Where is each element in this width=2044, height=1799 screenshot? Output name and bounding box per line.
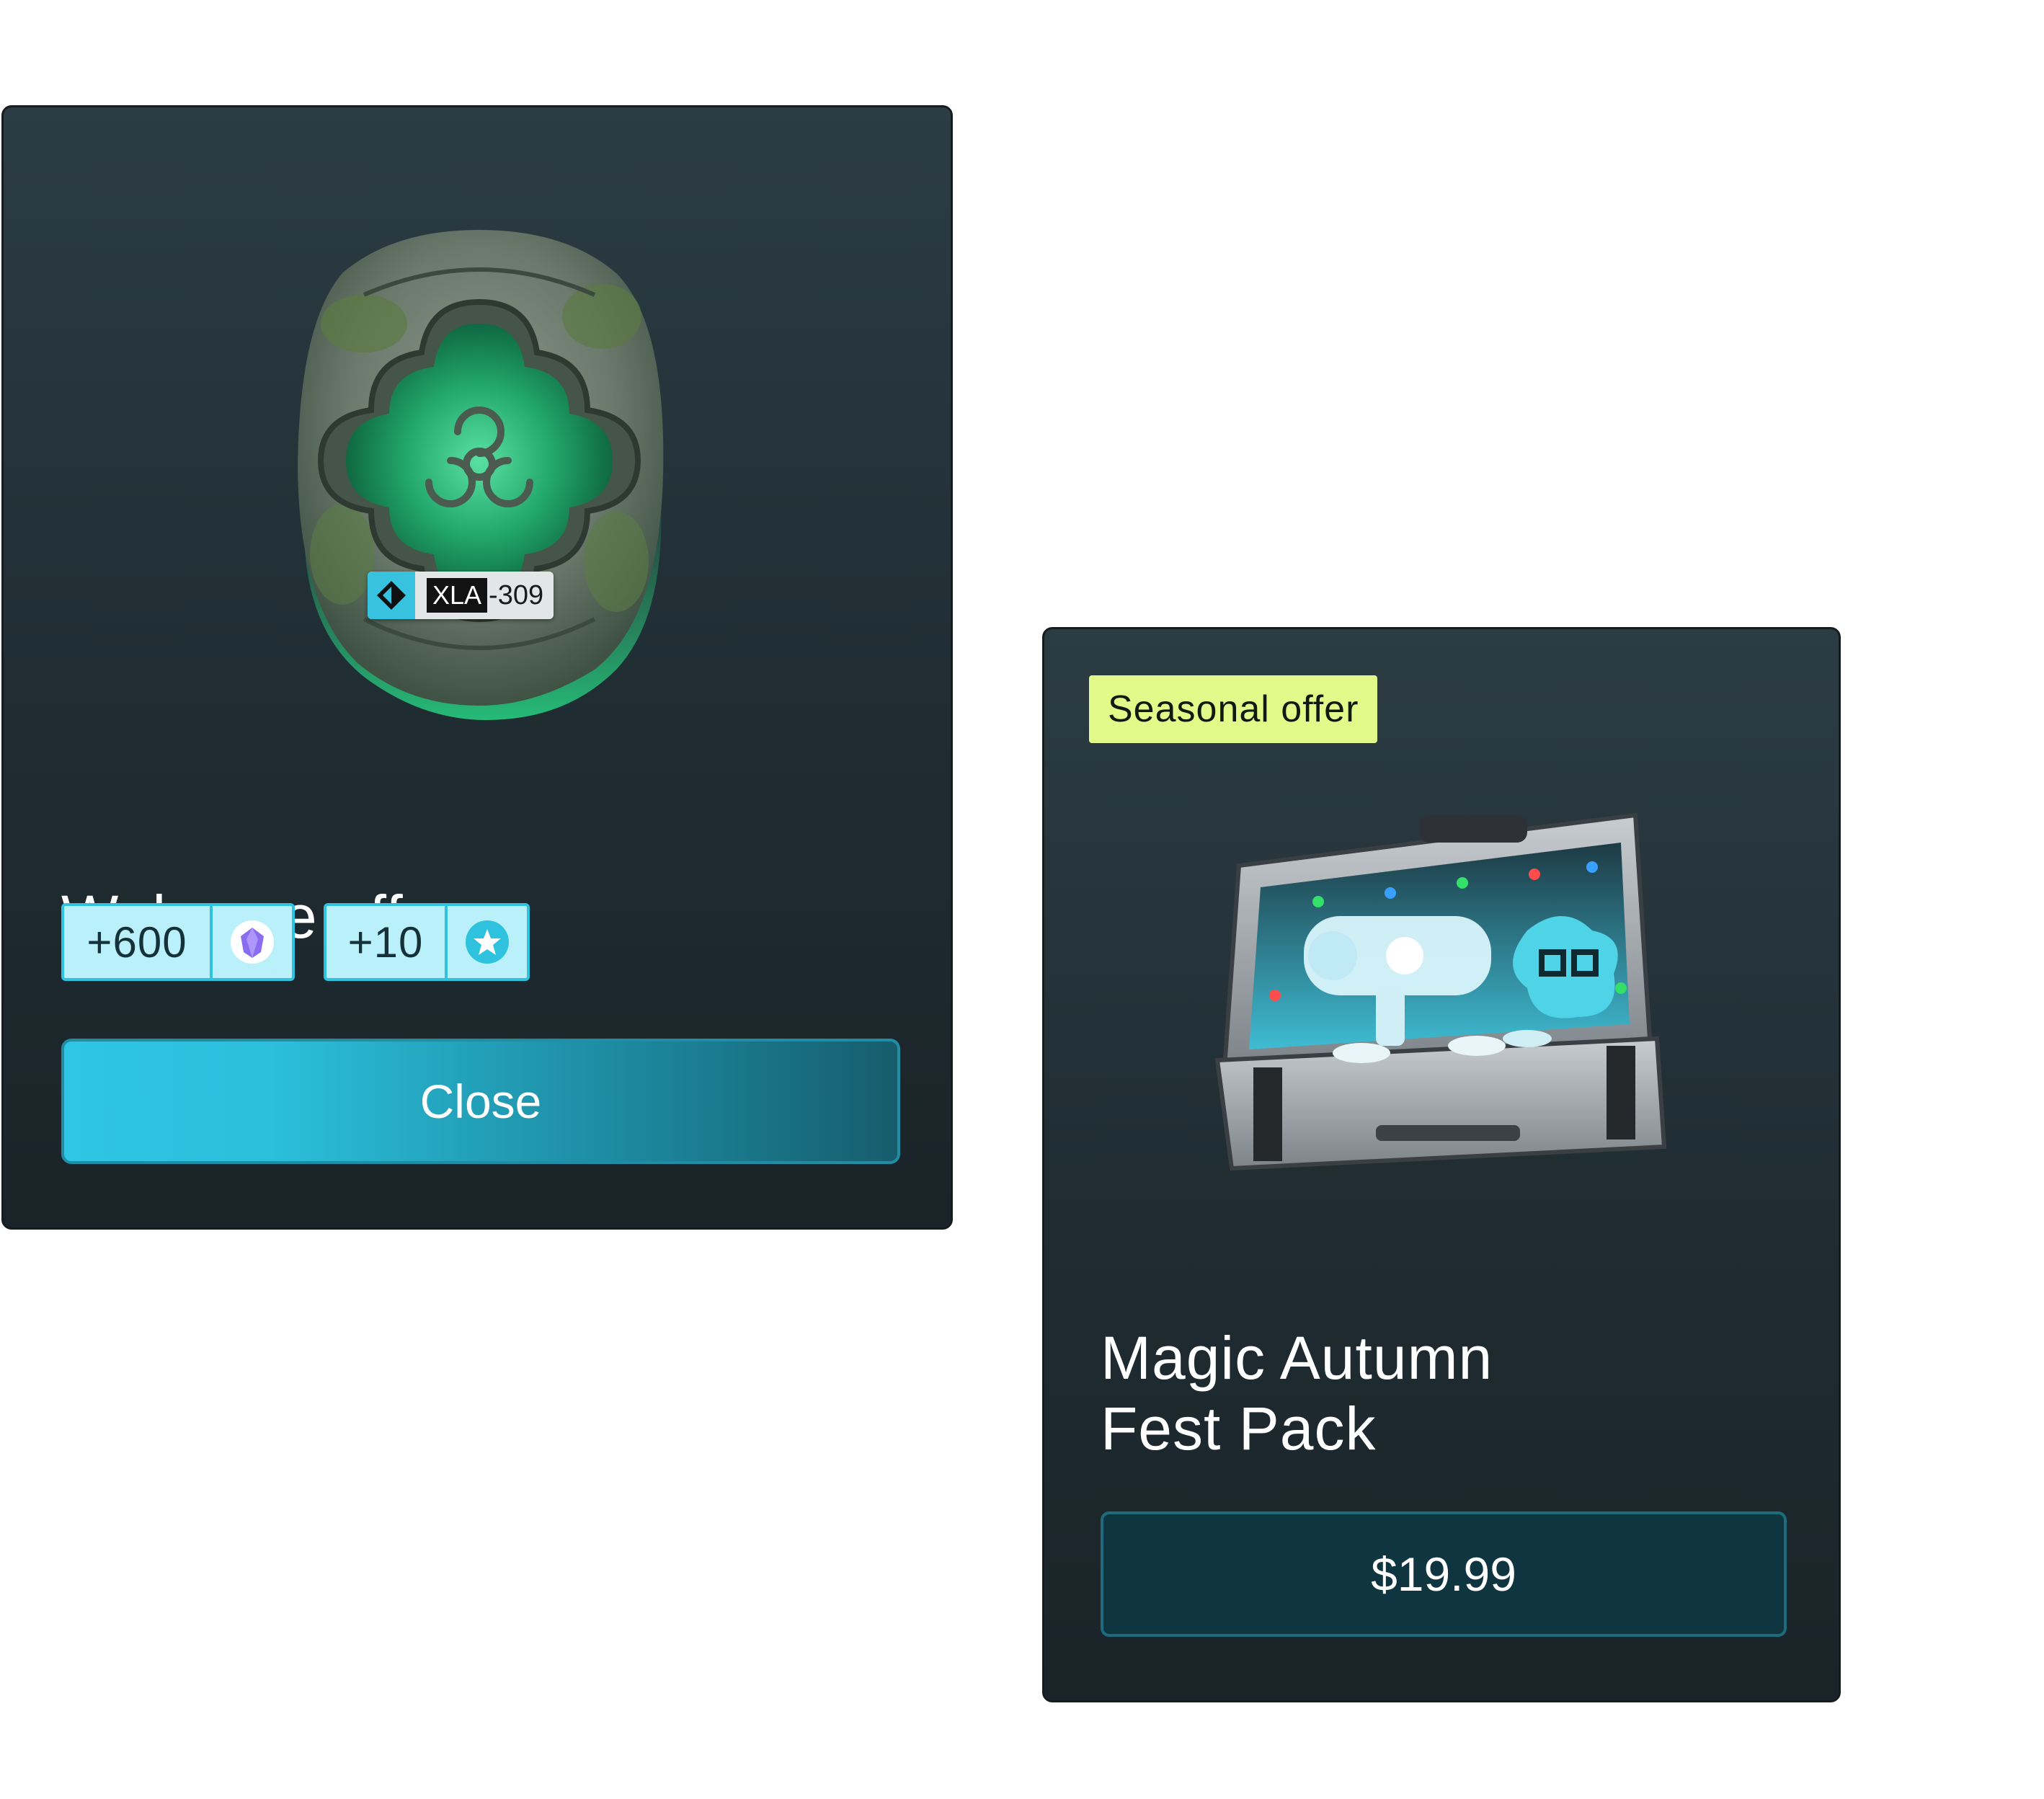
offer-title-line2: Fest Pack: [1101, 1395, 1377, 1462]
reward-amount: +10: [347, 918, 424, 967]
welcome-offer-card: XLA -309 Welcome offer +600 +10 Close: [1, 105, 953, 1230]
star-badge-icon: [445, 906, 527, 978]
offer-title: Magic Autumn Fest Pack: [1101, 1323, 1749, 1464]
gem-icon: [210, 906, 292, 978]
toolcase-icon: [1188, 808, 1686, 1183]
item-code-tag: XLA -309: [368, 572, 554, 619]
seasonal-offer-card: Seasonal offer Magic Autumn Fest Pack $1…: [1042, 627, 1841, 1702]
close-button[interactable]: Close: [61, 1039, 900, 1164]
buy-price-button[interactable]: $19.99: [1101, 1511, 1787, 1637]
seasonal-badge: Seasonal offer: [1089, 675, 1378, 743]
reward-stars: +10: [324, 903, 530, 981]
reward-amount: +600: [86, 918, 187, 967]
item-number: -309: [489, 579, 544, 610]
item-code: XLA: [427, 578, 488, 613]
reward-gems: +600: [61, 903, 295, 981]
offer-title-line1: Magic Autumn: [1101, 1324, 1493, 1392]
brand-logo-icon: [368, 572, 415, 619]
rune-stone-icon: [277, 216, 681, 734]
